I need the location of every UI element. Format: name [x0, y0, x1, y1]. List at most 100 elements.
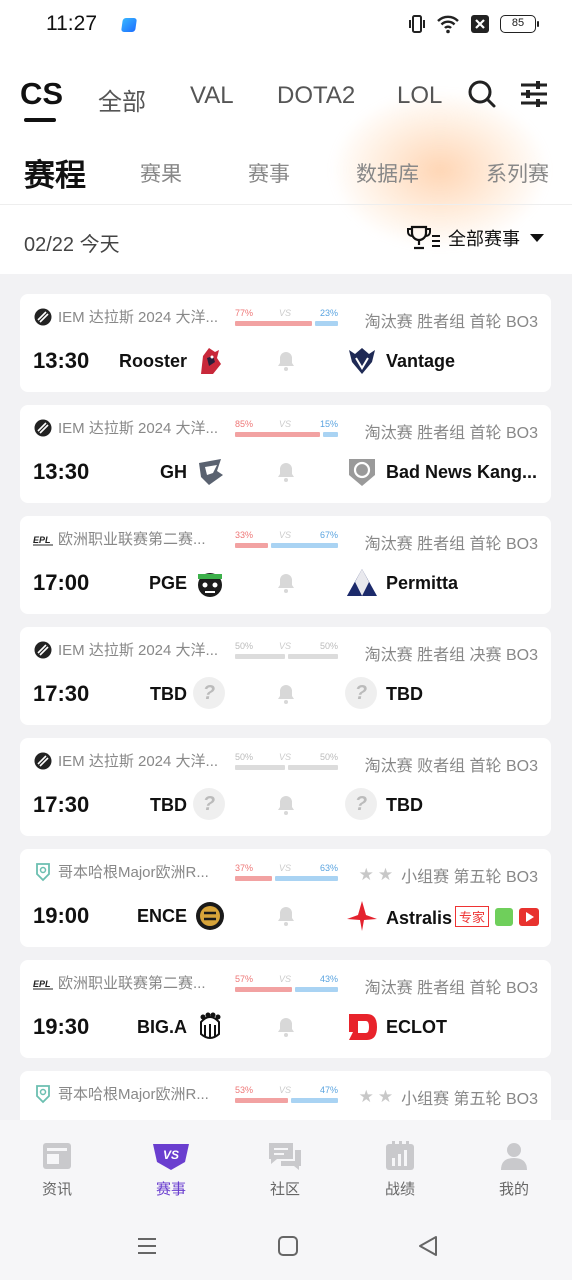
team1-name: PGE: [148, 573, 187, 593]
tab-dota2[interactable]: DOTA2: [277, 82, 355, 110]
odds-vs: VS: [279, 530, 292, 540]
odds-bar: 77% VS 23%: [235, 308, 338, 330]
match-card[interactable]: IEM 达拉斯 2024 大洋... 50% VS 50% 淘汰赛 败者组 首轮…: [20, 738, 551, 836]
app-notification-icon: [121, 18, 137, 32]
nav-profile[interactable]: 我的: [474, 1140, 554, 1199]
tab-events[interactable]: 赛事: [248, 158, 290, 188]
search-icon[interactable]: [466, 78, 498, 110]
bell-icon[interactable]: [274, 460, 298, 484]
league-info: EPL 欧洲职业联赛第二赛...: [33, 528, 233, 549]
bell-icon[interactable]: [274, 793, 298, 817]
match-card[interactable]: IEM 达拉斯 2024 大洋... 50% VS 50% 淘汰赛 胜者组 决赛…: [20, 627, 551, 725]
match-card[interactable]: 哥本哈根Major欧洲R... 53% VS 47% ★ ★ 小组赛 第五轮 BO3: [20, 1071, 551, 1120]
odds-left: 57%: [235, 974, 254, 984]
tab-results[interactable]: 赛果: [140, 158, 182, 188]
team1-name: GH: [160, 462, 187, 482]
odds-left: 50%: [235, 641, 254, 651]
expert-badge[interactable]: 专家: [455, 906, 490, 927]
tab-lol[interactable]: LOL: [397, 82, 442, 110]
header: CS 全部 VAL DOTA2 LOL 赛程 赛果 赛事 数据库 系列赛 02/…: [0, 50, 572, 274]
tab-all[interactable]: 全部: [98, 82, 146, 117]
nav-stats[interactable]: 战绩: [360, 1140, 440, 1199]
match-stage: 淘汰赛 胜者组 首轮 BO3: [364, 536, 538, 553]
odds-bar-left: [235, 765, 285, 770]
iem-logo-icon: [34, 419, 52, 436]
odds-left: 33%: [235, 530, 254, 540]
odds-right: 15%: [319, 419, 338, 429]
live-video-icon[interactable]: [519, 908, 540, 926]
menu-icon[interactable]: [135, 1234, 159, 1258]
match-time: 13:30: [33, 459, 90, 484]
tab-schedule[interactable]: 赛程: [24, 150, 86, 195]
match-card[interactable]: EPL 欧洲职业联赛第二赛... 57% VS 43% 淘汰赛 胜者组 首轮 B…: [20, 960, 551, 1058]
tab-val[interactable]: VAL: [190, 82, 234, 110]
prediction-badge-icon[interactable]: [495, 908, 514, 926]
league-info: 哥本哈根Major欧洲R...: [33, 1083, 233, 1104]
odds-left: 50%: [235, 752, 254, 762]
bell-icon[interactable]: [274, 904, 298, 928]
filter-label: 全部赛事: [448, 229, 520, 249]
team2-name: ECLOT: [386, 1017, 447, 1037]
match-card[interactable]: EPL 欧洲职业联赛第二赛... 33% VS 67% 淘汰赛 胜者组 首轮 B…: [20, 516, 551, 614]
match-card[interactable]: 哥本哈根Major欧洲R... 37% VS 63% ★ ★ 小组赛 第五轮 BO3…: [20, 849, 551, 947]
nav-community[interactable]: 社区: [245, 1140, 325, 1199]
odds-left: 77%: [235, 308, 254, 318]
bell-icon[interactable]: [274, 682, 298, 706]
nav-label: 社区: [269, 1181, 300, 1198]
odds-right: 67%: [319, 530, 338, 540]
odds-right: 47%: [319, 1085, 338, 1095]
unknown-team-icon: ?: [345, 677, 377, 709]
date-label: 02/22 今天: [24, 234, 120, 256]
match-card[interactable]: IEM 达拉斯 2024 大洋... 85% VS 15% 淘汰赛 胜者组 首轮…: [20, 405, 551, 503]
odds-bar-right: [275, 876, 338, 881]
status-time: 11:27: [46, 12, 97, 35]
home-icon[interactable]: [276, 1234, 300, 1258]
team1-name: TBD: [150, 795, 187, 815]
bell-icon[interactable]: [274, 571, 298, 595]
iem-logo-icon: [34, 641, 52, 658]
odds-bar-right: [288, 654, 338, 659]
odds-vs: VS: [279, 974, 292, 984]
eclot-logo-icon: [349, 1014, 377, 1040]
bell-icon[interactable]: [274, 1015, 298, 1039]
team2-name: Bad News Kang...: [386, 462, 538, 482]
match-stage: 淘汰赛 胜者组 首轮 BO3: [364, 980, 538, 997]
nav-matches[interactable]: VS 赛事: [131, 1140, 211, 1199]
event-filter-dropdown[interactable]: 全部赛事: [406, 224, 544, 252]
odds-right: 50%: [319, 752, 338, 762]
tab-cs[interactable]: CS: [20, 76, 63, 112]
match-stage: 淘汰赛 胜者组 首轮 BO3: [364, 425, 538, 442]
epl-logo-icon: EPL: [33, 979, 53, 989]
nav-news[interactable]: 资讯: [17, 1140, 97, 1199]
battery-indicator: 85: [500, 15, 539, 33]
odds-bar-right: [288, 765, 338, 770]
settings-sliders-icon[interactable]: [518, 78, 550, 110]
odds-bar: 33% VS 67%: [235, 530, 338, 552]
back-icon[interactable]: [416, 1234, 440, 1258]
match-card[interactable]: IEM 达拉斯 2024 大洋... 77% VS 23% 淘汰赛 胜者组 首轮…: [20, 294, 551, 392]
astralis-logo-icon: [347, 901, 377, 931]
match-stage: 淘汰赛 败者组 首轮 BO3: [364, 758, 538, 775]
match-stage: 淘汰赛 胜者组 决赛 BO3: [364, 647, 538, 664]
bell-icon[interactable]: [274, 349, 298, 373]
team1-name: TBD: [150, 684, 187, 704]
bottom-nav: 资讯 VS 赛事 社区 战绩 我的: [0, 1120, 572, 1220]
odds-right: 43%: [319, 974, 338, 984]
odds-vs: VS: [279, 308, 292, 318]
tab-database[interactable]: 数据库: [356, 158, 419, 188]
nav-label: 资讯: [41, 1181, 72, 1198]
status-icons: 85: [408, 14, 539, 34]
match-stage: ★ ★ 小组赛 第五轮 BO3: [359, 863, 538, 887]
league-info: IEM 达拉斯 2024 大洋...: [33, 639, 233, 660]
match-stage: ★ ★ 小组赛 第五轮 BO3: [359, 1085, 538, 1109]
tab-series[interactable]: 系列赛: [486, 158, 549, 188]
league-info: IEM 达拉斯 2024 大洋...: [33, 306, 233, 327]
divider: [0, 204, 572, 205]
team1-name: Rooster: [118, 351, 187, 371]
odds-bar-left: [235, 543, 268, 548]
nav-label: 我的: [498, 1181, 529, 1198]
league-info: 哥本哈根Major欧洲R...: [33, 861, 233, 882]
trophy-icon: [407, 225, 440, 250]
stage-text: 小组赛 第五轮 BO3: [401, 869, 538, 886]
league-name: IEM 达拉斯 2024 大洋...: [58, 309, 219, 326]
